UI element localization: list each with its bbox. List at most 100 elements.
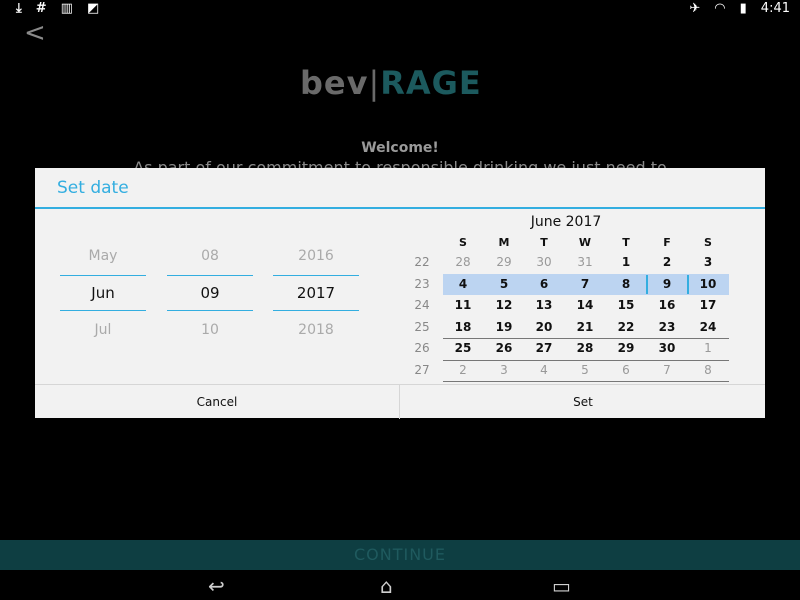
image-icon: ◩ [86, 1, 100, 16]
day-prev[interactable]: 08 [167, 246, 253, 266]
calendar-week-row: 27 2 3 4 5 6 7 8 [403, 359, 729, 382]
month-selected[interactable]: Jun [60, 275, 146, 311]
year-selected[interactable]: 2017 [273, 275, 359, 311]
calendar-day[interactable]: 29 [484, 252, 524, 273]
month-prev[interactable]: May [60, 246, 146, 266]
weekday-label: T [540, 236, 548, 249]
calendar-day[interactable]: 2 [647, 252, 687, 273]
day-selected[interactable]: 09 [167, 275, 253, 311]
month-next[interactable]: Jul [60, 320, 146, 340]
app-logo: bev|RAGE [300, 64, 482, 102]
cancel-button[interactable]: Cancel [35, 385, 399, 419]
calendar-week-row: 24 11 12 13 14 15 16 17 [403, 295, 729, 317]
calendar-day[interactable]: 4 [443, 274, 483, 295]
calendar-week-row: 26 25 26 27 28 29 30 1 [403, 338, 729, 360]
week-number: 22 [414, 255, 430, 269]
day-next[interactable]: 10 [167, 320, 253, 340]
notification-icons: ⤓ # ▥ ◩ [16, 1, 99, 16]
calendar-day[interactable]: 26 [484, 338, 524, 359]
logo-separator: | [368, 64, 381, 102]
calendar-day[interactable]: 25 [443, 338, 483, 359]
calendar-day[interactable]: 3 [688, 252, 728, 273]
system-icons: ✈ ◠ ▮ 4:41 [689, 1, 790, 16]
weekday-label: S [459, 236, 467, 249]
year-spinner[interactable]: 2016 2017 2018 [273, 246, 359, 340]
calendar-day[interactable]: 31 [565, 252, 605, 273]
calendar-week-row: 23 4 5 6 7 8 9 10 [403, 273, 729, 296]
week-number: 26 [414, 341, 430, 355]
calendar-day[interactable]: 15 [606, 295, 646, 316]
weekday-label: M [498, 236, 510, 249]
logo-bev: bev [300, 64, 369, 102]
calendar-day[interactable]: 6 [524, 274, 564, 295]
calendar-day[interactable]: 5 [565, 360, 605, 381]
calendar-day[interactable]: 7 [565, 274, 605, 295]
title-divider [35, 207, 765, 209]
calendar-day[interactable]: 2 [443, 360, 483, 381]
selected-day-left-marker [646, 274, 648, 294]
calendar-day-selected[interactable]: 9 [647, 274, 687, 295]
calendar-day[interactable]: 30 [524, 252, 564, 273]
calendar-day[interactable]: 1 [606, 252, 646, 273]
weekday-label: W [578, 236, 592, 249]
home-icon[interactable]: ⌂ [380, 574, 393, 598]
calendar-day[interactable]: 20 [524, 317, 564, 338]
week-number: 24 [414, 298, 430, 312]
wifi-icon: ◠ [714, 1, 726, 16]
day-spinner[interactable]: 08 09 10 [167, 246, 253, 340]
calendar-week-row: 25 18 19 20 21 22 23 24 [403, 317, 729, 339]
calendar-day[interactable]: 18 [443, 317, 483, 338]
calendar-day[interactable]: 12 [484, 295, 524, 316]
weekday-header: S M T W T F S [403, 236, 729, 252]
calendar-day[interactable]: 21 [565, 317, 605, 338]
calendar-day[interactable]: 11 [443, 295, 483, 316]
calendar-day[interactable]: 28 [565, 338, 605, 359]
month-spinner[interactable]: May Jun Jul [60, 246, 146, 340]
calendar-day[interactable]: 3 [484, 360, 524, 381]
calendar-day[interactable]: 1 [688, 338, 728, 359]
back-arrow-icon[interactable]: < [24, 18, 46, 48]
calendar-day[interactable]: 17 [688, 295, 728, 316]
calendar-day[interactable]: 7 [647, 360, 687, 381]
button-divider [399, 385, 400, 419]
calendar-day[interactable]: 5 [484, 274, 524, 295]
calendar-grid[interactable]: 22 28 29 30 31 1 2 3 23 4 5 6 7 8 9 10 24 11 12 13 14 15 16 17 2… [403, 252, 729, 382]
hash-icon: # [35, 1, 47, 16]
set-button[interactable]: Set [401, 385, 765, 419]
calendar-day[interactable]: 28 [443, 252, 483, 273]
calendar-day[interactable]: 30 [647, 338, 687, 359]
recents-icon[interactable]: ▭ [552, 574, 571, 598]
continue-button[interactable]: CONTINUE [0, 540, 800, 570]
year-next[interactable]: 2018 [273, 320, 359, 340]
calendar-day[interactable]: 29 [606, 338, 646, 359]
calendar-day[interactable]: 19 [484, 317, 524, 338]
calendar-day[interactable]: 8 [606, 274, 646, 295]
calendar-week-row: 22 28 29 30 31 1 2 3 [403, 252, 729, 274]
year-prev[interactable]: 2016 [273, 246, 359, 266]
calendar-day[interactable]: 23 [647, 317, 687, 338]
month-boundary-line [443, 338, 729, 339]
status-bar: ⤓ # ▥ ◩ ✈ ◠ ▮ 4:41 [0, 0, 800, 18]
calendar-day[interactable]: 4 [524, 360, 564, 381]
status-time: 4:41 [760, 1, 790, 16]
calendar-day[interactable]: 14 [565, 295, 605, 316]
download-icon: ⤓ [16, 1, 22, 16]
weekday-label: T [622, 236, 630, 249]
calendar-bottom-line [443, 381, 729, 382]
week-number: 25 [414, 319, 430, 334]
calendar-month-title: June 2017 [530, 214, 602, 230]
weekday-label: S [704, 236, 712, 249]
calendar-day[interactable]: 22 [606, 317, 646, 338]
calendar-day[interactable]: 27 [524, 338, 564, 359]
barcode-icon: ▥ [60, 1, 73, 16]
dialog-button-bar: Cancel Set [35, 384, 765, 419]
weekday-label: F [663, 236, 671, 249]
week-number: 27 [414, 362, 430, 377]
calendar-day[interactable]: 24 [688, 317, 728, 338]
calendar-day[interactable]: 6 [606, 360, 646, 381]
calendar-day[interactable]: 16 [647, 295, 687, 316]
calendar-day[interactable]: 10 [688, 274, 728, 295]
calendar-day[interactable]: 13 [524, 295, 564, 316]
back-icon[interactable]: ↩ [208, 574, 225, 598]
calendar-day[interactable]: 8 [688, 360, 728, 381]
